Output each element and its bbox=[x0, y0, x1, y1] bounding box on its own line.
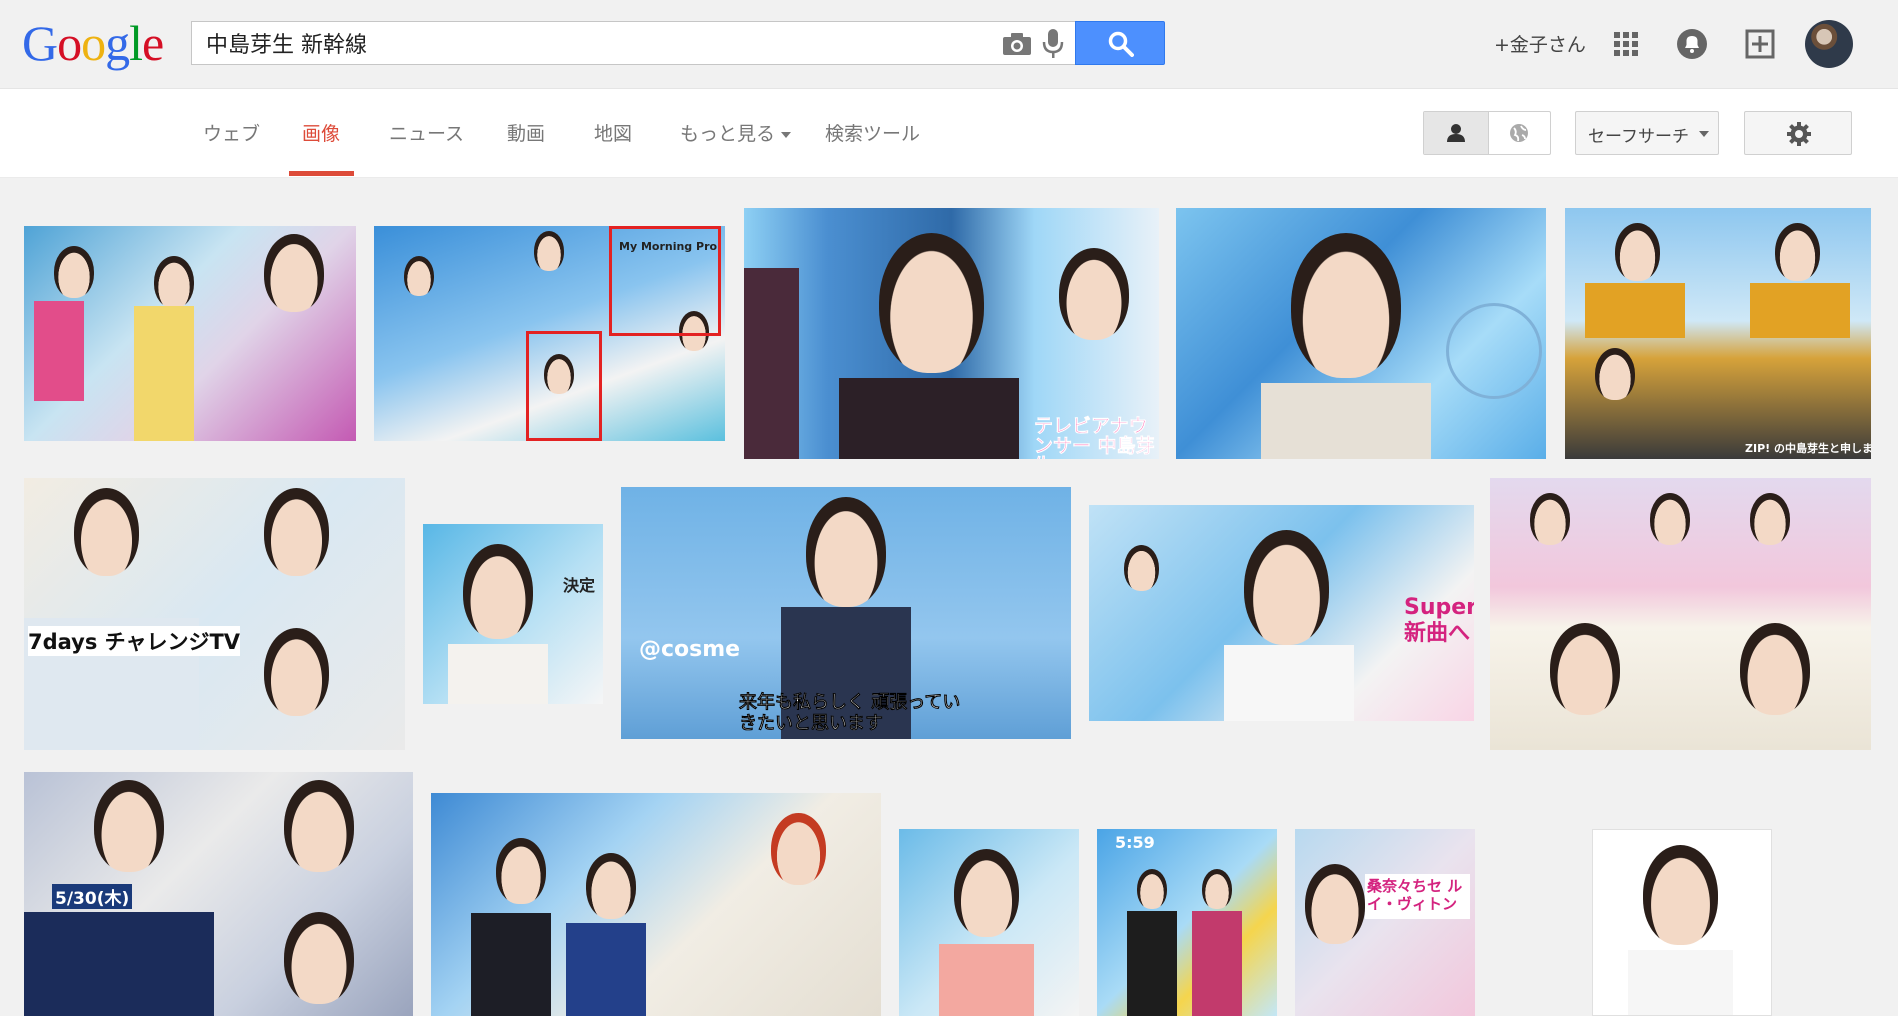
gear-icon bbox=[1787, 122, 1811, 146]
search-box bbox=[191, 21, 1075, 65]
thumbnail-caption: My Morning Pro bbox=[619, 240, 718, 253]
logo-letter: e bbox=[142, 15, 164, 71]
image-result[interactable] bbox=[1176, 208, 1546, 459]
person-icon bbox=[1447, 124, 1465, 142]
image-result[interactable]: 5/30(木) bbox=[24, 772, 413, 1016]
thumbnail-caption: 桑奈々ちセ ルイ・ヴィトン bbox=[1367, 877, 1463, 913]
avatar[interactable] bbox=[1805, 20, 1853, 68]
notifications-bell-icon[interactable] bbox=[1672, 24, 1712, 64]
globe-icon bbox=[1510, 124, 1528, 142]
image-result[interactable]: テレビアナウンサー 中島芽生 bbox=[744, 208, 1159, 459]
logo-letter: o bbox=[81, 15, 106, 71]
image-result[interactable]: 桑奈々ちセ ルイ・ヴィトン bbox=[1295, 829, 1475, 1016]
tab-maps[interactable]: 地図 bbox=[594, 119, 632, 146]
search-button[interactable] bbox=[1075, 21, 1165, 65]
logo-letter: l bbox=[129, 15, 143, 71]
image-result[interactable]: 決定 bbox=[423, 524, 603, 704]
chevron-down-icon bbox=[781, 131, 792, 138]
image-result[interactable] bbox=[24, 226, 356, 441]
tab-more-label: もっと見る bbox=[680, 123, 776, 145]
apps-grid-icon[interactable] bbox=[1606, 24, 1646, 64]
tab-search-tools[interactable]: 検索ツール bbox=[825, 119, 920, 146]
image-result[interactable] bbox=[1592, 829, 1772, 1016]
active-tab-indicator bbox=[289, 171, 354, 176]
google-logo[interactable]: Google bbox=[22, 15, 164, 71]
image-result[interactable] bbox=[431, 793, 881, 1016]
tab-videos[interactable]: 動画 bbox=[507, 119, 545, 146]
cosme-logo: @cosme bbox=[639, 637, 741, 662]
image-result[interactable] bbox=[899, 829, 1079, 1016]
tab-news[interactable]: ニュース bbox=[389, 119, 464, 146]
thumbnail-caption: 決定 bbox=[563, 576, 596, 595]
thumbnail-caption: 5/30(木) bbox=[52, 884, 133, 909]
camera-icon[interactable] bbox=[1002, 32, 1032, 56]
personal-results-button[interactable] bbox=[1424, 112, 1489, 154]
image-result[interactable]: @cosme 来年も私らしく 頑張っていきたいと思います bbox=[621, 487, 1071, 739]
safesearch-label: セーフサーチ bbox=[1588, 127, 1689, 147]
logo-letter: g bbox=[105, 15, 130, 71]
tab-images[interactable]: 画像 bbox=[302, 119, 340, 146]
logo-letter: o bbox=[57, 15, 82, 71]
world-results-button[interactable] bbox=[1488, 112, 1551, 154]
tab-web[interactable]: ウェブ bbox=[203, 119, 260, 146]
user-profile-link[interactable]: +金子さん bbox=[1494, 30, 1586, 57]
settings-button[interactable] bbox=[1744, 111, 1852, 155]
thumbnail-caption: テレビアナウンサー 中島芽生 bbox=[1034, 415, 1155, 459]
results-scope-toggle bbox=[1423, 111, 1551, 155]
image-result[interactable]: 5:59 bbox=[1097, 829, 1277, 1016]
thumbnail-caption: 5:59 bbox=[1115, 833, 1155, 852]
thumbnail-caption: Super 新曲へ bbox=[1404, 595, 1474, 646]
top-header: Google +金子さん bbox=[0, 0, 1898, 89]
logo-letter: G bbox=[22, 15, 58, 71]
search-nav-bar: ウェブ 画像 ニュース 動画 地図 もっと見る 検索ツール セーフサーチ bbox=[0, 89, 1898, 178]
search-icon bbox=[1108, 31, 1134, 57]
thumbnail-caption: 7days チャレンジTV bbox=[28, 626, 241, 656]
image-result[interactable]: ZIP! の中島芽生と申しま bbox=[1565, 208, 1871, 459]
image-result[interactable]: 7days チャレンジTV bbox=[24, 478, 405, 750]
thumbnail-caption: 来年も私らしく 頑張っていきたいと思います bbox=[739, 692, 961, 734]
image-result[interactable]: Super 新曲へ bbox=[1089, 505, 1474, 721]
thumbnail-caption: ZIP! の中島芽生と申しま bbox=[1745, 442, 1871, 455]
mic-icon[interactable] bbox=[1042, 28, 1064, 60]
image-result[interactable] bbox=[1490, 478, 1871, 750]
safesearch-dropdown[interactable]: セーフサーチ bbox=[1575, 111, 1719, 155]
image-result[interactable]: My Morning Pro bbox=[374, 226, 725, 441]
share-plus-icon[interactable] bbox=[1740, 24, 1780, 64]
tab-more[interactable]: もっと見る bbox=[680, 119, 792, 146]
chevron-down-icon bbox=[1699, 131, 1709, 137]
search-input[interactable] bbox=[206, 22, 966, 64]
